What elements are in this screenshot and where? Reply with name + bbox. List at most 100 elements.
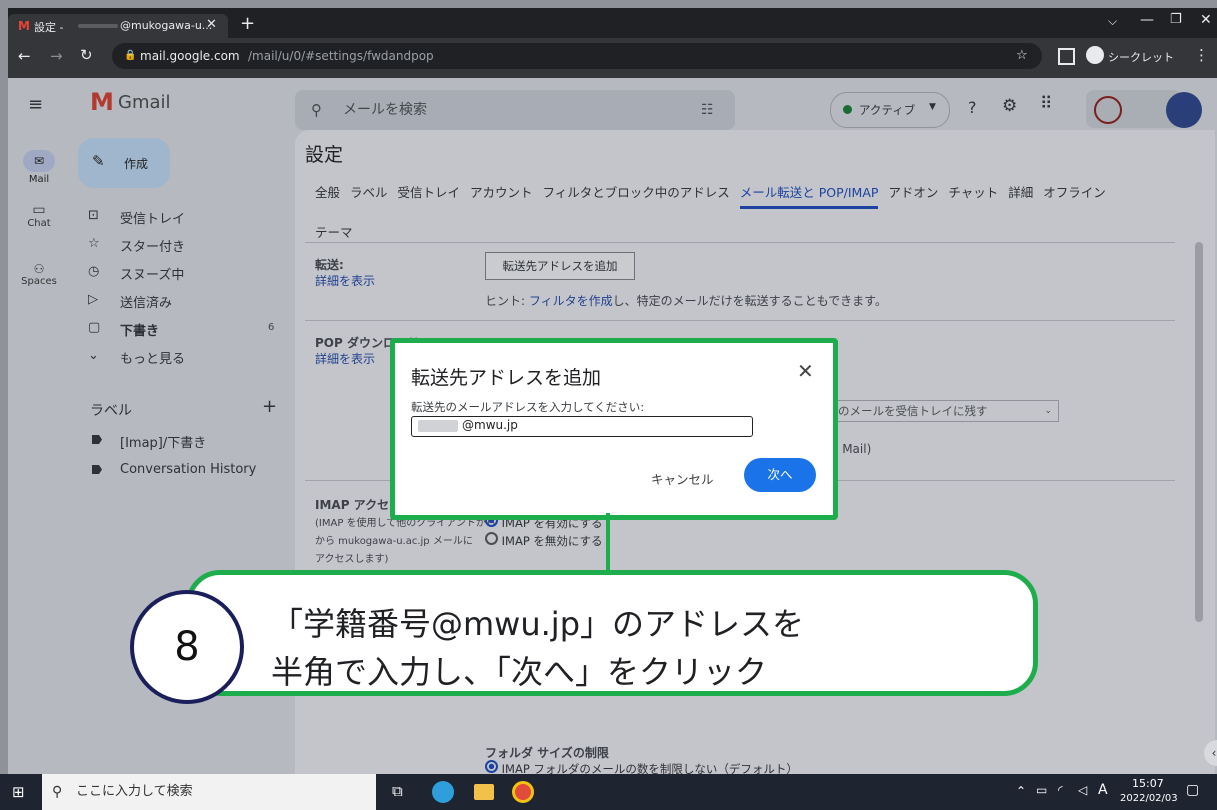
nav-more-label: もっと見る — [120, 352, 186, 367]
create-filter-link[interactable]: フィルタを作成 — [529, 294, 613, 308]
ime-icon[interactable]: A — [1098, 782, 1108, 798]
main-menu-icon[interactable]: ≡ — [28, 94, 43, 115]
bookmark-star-icon[interactable]: ☆ — [1016, 43, 1028, 69]
chrome-icon[interactable] — [512, 781, 534, 803]
next-button[interactable]: 次へ — [744, 458, 816, 492]
tab-forwarding-pop-imap[interactable]: メール転送と POP/IMAP — [739, 185, 879, 209]
tray-chevron-icon[interactable]: ⌃ — [1016, 784, 1026, 798]
nav-item-snoozed[interactable]: ◷ スヌーズ中 — [84, 262, 284, 284]
taskbar-search-input[interactable]: ここに入力して検索 — [76, 774, 193, 810]
imap-desc-line: から mukogawa-u.ac.jp メールに — [315, 536, 473, 547]
tab-addons[interactable]: アドオン — [888, 185, 938, 200]
search-icon[interactable]: ⚲ — [311, 90, 322, 130]
tab-advanced[interactable]: 詳細 — [1008, 185, 1033, 200]
tab-inbox[interactable]: 受信トレイ — [398, 185, 461, 200]
forwarding-learn-more-link[interactable]: 詳細を表示 — [315, 272, 375, 289]
nav-item-inbox[interactable]: ⊡ 受信トレイ — [84, 206, 284, 228]
windows-start-icon[interactable]: ⊞ — [12, 783, 25, 801]
rail-mail[interactable]: ✉ Mail — [16, 150, 62, 185]
rail-spaces[interactable]: ⚇ Spaces — [10, 262, 68, 287]
nav-item-drafts[interactable]: ▢ 下書き 6 — [84, 318, 284, 340]
label-icon — [92, 435, 102, 444]
label-item[interactable]: [Imap]/下書き — [84, 430, 284, 452]
search-options-icon[interactable]: ☷ — [701, 90, 714, 130]
input-value: @mwu.jp — [462, 418, 518, 432]
imap-disable-option[interactable]: IMAP を無効にする — [485, 532, 625, 548]
sidepanel-icon[interactable] — [1058, 48, 1075, 65]
forward-icon[interactable]: → — [50, 47, 63, 65]
nav-drafts-label: 下書き — [120, 324, 160, 339]
add-forwarding-address-button[interactable]: 転送先アドレスを追加 — [485, 252, 635, 280]
pop-learn-more-link[interactable]: 詳細を表示 — [315, 350, 375, 367]
tab-themes[interactable]: テーマ — [315, 222, 353, 241]
volume-icon[interactable]: ◁ — [1078, 783, 1087, 797]
tab-filters[interactable]: フィルタとブロック中のアドレス — [543, 185, 730, 200]
help-icon[interactable]: ? — [968, 98, 977, 117]
imap-disable-label: IMAP を無効にする — [501, 534, 603, 548]
edge-icon[interactable] — [432, 781, 454, 803]
new-tab-icon[interactable]: + — [240, 13, 255, 34]
taskbar-search-box[interactable]: ⚲ ここに入力して検索 — [42, 774, 376, 810]
tab-close-icon[interactable]: ✕ — [206, 17, 217, 32]
tab-offline[interactable]: オフライン — [1043, 185, 1106, 200]
tab-account: @mukogawa-u... — [120, 19, 213, 32]
file-explorer-icon[interactable] — [474, 784, 494, 800]
add-label-icon[interactable]: + — [262, 396, 277, 417]
rail-chat-label: Chat — [27, 218, 51, 229]
task-view-icon[interactable]: ⧉ — [392, 782, 403, 800]
cancel-button[interactable]: キャンセル — [651, 469, 714, 488]
folder-limit-option[interactable]: IMAP フォルダのメールの数を制限しない（デフォルト） — [485, 760, 798, 774]
minimize-icon[interactable]: — — [1140, 12, 1154, 28]
incognito-label[interactable]: シークレット — [1108, 49, 1174, 65]
forwarding-address-input[interactable]: @mwu.jp — [411, 416, 753, 437]
compose-button[interactable]: ✎ 作成 — [78, 138, 170, 188]
notification-icon[interactable]: ▢ — [1186, 782, 1199, 798]
clock-time[interactable]: 15:07 — [1132, 777, 1164, 790]
search-bar[interactable]: ⚲ メールを検索 ☷ — [295, 90, 735, 130]
tab-labels[interactable]: ラベル — [350, 185, 388, 200]
nav-item-sent[interactable]: ▷ 送信済み — [84, 290, 284, 312]
wifi-icon[interactable]: ◜ — [1058, 783, 1063, 797]
select-caret-icon: ⌄ — [1044, 406, 1052, 416]
rail-chat[interactable]: ▭ Chat — [16, 202, 62, 229]
app-rail: ≡ ✉ Mail ▭ Chat ⚇ Spaces — [8, 78, 70, 774]
window-close-icon[interactable]: ✕ — [1200, 12, 1212, 28]
dialog-close-icon[interactable]: ✕ — [797, 359, 814, 383]
tab-general[interactable]: 全般 — [315, 185, 340, 200]
address-bar[interactable]: 🔒 mail.google.com /mail/u/0/#settings/fw… — [112, 43, 1042, 69]
settings-title: 設定 — [305, 144, 344, 166]
rail-spaces-label: Spaces — [21, 276, 57, 287]
account-avatar[interactable] — [1166, 92, 1202, 128]
tab-accounts[interactable]: アカウント — [470, 185, 533, 200]
apps-grid-icon[interactable]: ⠿ — [1040, 94, 1052, 114]
radio-checked-icon — [485, 760, 498, 773]
search-input[interactable]: メールを検索 — [343, 90, 427, 130]
battery-icon[interactable]: ▭ — [1036, 783, 1047, 797]
scrollbar[interactable] — [1195, 242, 1203, 622]
folder-limit-title: フォルダ サイズの制限 — [485, 746, 609, 760]
chrome-menu-icon[interactable]: ⋮ — [1194, 46, 1209, 64]
settings-gear-icon[interactable]: ⚙ — [1002, 96, 1017, 116]
reload-icon[interactable]: ↻ — [80, 46, 93, 64]
label-item[interactable]: Conversation History — [84, 460, 284, 482]
clock-date[interactable]: 2022/02/03 — [1120, 793, 1178, 804]
browser-tab[interactable]: M 設定 - @mukogawa-u... ✕ — [8, 14, 228, 38]
spaces-icon: ⚇ — [33, 262, 45, 276]
restore-icon[interactable]: ❐ — [1170, 12, 1182, 27]
radio-unchecked-icon — [485, 532, 498, 545]
tab-chat[interactable]: チャット — [948, 185, 998, 200]
clock-icon: ◷ — [88, 264, 100, 279]
status-caret-icon: ▼ — [929, 102, 936, 112]
status-dot-icon — [843, 105, 852, 114]
pop-action-select[interactable]: のメールを受信トレイに残す ⌄ — [831, 400, 1059, 422]
nav-item-starred[interactable]: ☆ スター付き — [84, 234, 284, 256]
callout-line-1: 「学籍番号@mwu.jp」のアドレスを — [271, 605, 805, 643]
back-icon[interactable]: ← — [18, 47, 31, 65]
status-selector[interactable]: アクティブ ▼ — [830, 92, 950, 128]
nav-item-more[interactable]: ⌄ もっと見る — [84, 346, 284, 368]
windows-taskbar: ⊞ ⚲ ここに入力して検索 ⧉ ⌃ ▭ ◜ ◁ A 15:07 2022/02/… — [0, 774, 1217, 810]
tab-list-icon[interactable]: ⌵ — [1108, 14, 1117, 29]
browser-tab-bar: M 設定 - @mukogawa-u... ✕ + ⌵ — ❐ ✕ — [8, 8, 1217, 38]
hint-prefix: ヒント: — [485, 294, 529, 308]
add-forwarding-dialog: 転送先アドレスを追加 ✕ 転送先のメールアドレスを入力してください: @mwu.… — [390, 338, 838, 520]
